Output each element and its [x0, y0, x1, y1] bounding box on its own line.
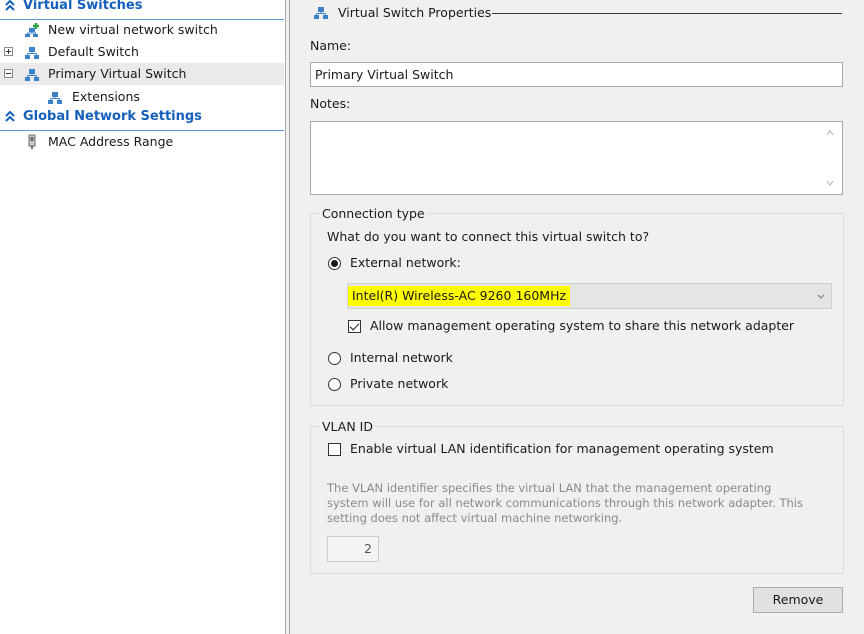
share-adapter-label[interactable]: Allow management operating system to sha…: [370, 318, 794, 333]
enable-vlan-checkbox[interactable]: [328, 443, 341, 456]
vlan-id-field[interactable]: 2: [327, 536, 379, 562]
expand-plus-icon[interactable]: [4, 47, 13, 56]
remove-button[interactable]: Remove: [753, 587, 843, 613]
section-divider: [492, 13, 842, 14]
new-network-switch-icon: [25, 23, 39, 37]
vlan-description-line-1: The VLAN identifier specifies the virtua…: [327, 481, 772, 495]
global-network-settings-title: Global Network Settings: [23, 109, 202, 124]
external-network-radio[interactable]: [328, 257, 341, 270]
tree-item-label: New virtual network switch: [48, 22, 218, 37]
tree-item-label: Extensions: [72, 89, 140, 104]
network-switch-icon: [314, 7, 328, 19]
global-network-settings-header[interactable]: Global Network Settings: [0, 109, 284, 131]
internal-network-radio[interactable]: [328, 352, 341, 365]
external-network-label[interactable]: External network:: [350, 255, 461, 270]
vlan-description-line-3: setting does not affect virtual machine …: [327, 511, 623, 525]
network-adapter-select[interactable]: Intel(R) Wireless-AC 9260 160MHz: [347, 283, 832, 309]
virtual-switches-header[interactable]: Virtual Switches: [0, 0, 284, 20]
vlan-description-line-2: system will use for all network communic…: [327, 496, 803, 510]
connection-question: What do you want to connect this virtual…: [327, 229, 650, 244]
network-switch-icon: [48, 92, 62, 104]
virtual-switches-title: Virtual Switches: [23, 0, 143, 13]
private-network-label[interactable]: Private network: [350, 376, 448, 391]
notes-field[interactable]: [310, 121, 843, 195]
double-chevron-up-icon[interactable]: [4, 110, 16, 124]
double-chevron-up-icon[interactable]: [4, 0, 16, 13]
vlan-id-title: VLAN ID: [320, 419, 375, 434]
tree-item-new-switch[interactable]: New virtual network switch: [0, 19, 284, 41]
notes-label: Notes:: [310, 96, 351, 111]
network-switch-icon: [25, 69, 39, 81]
tree-item-label: Primary Virtual Switch: [48, 66, 187, 81]
network-adapter-icon: [28, 134, 36, 149]
tree-item-default-switch[interactable]: Default Switch: [0, 41, 284, 63]
chevron-down-icon[interactable]: [816, 293, 826, 301]
collapse-minus-icon[interactable]: [4, 69, 13, 78]
internal-network-label[interactable]: Internal network: [350, 350, 453, 365]
navigation-tree: Virtual Switches New virtual network swi…: [0, 0, 286, 634]
tree-item-label: MAC Address Range: [48, 134, 174, 149]
scroll-up-icon[interactable]: [825, 129, 835, 137]
section-title: Virtual Switch Properties: [338, 5, 492, 20]
tree-item-label: Default Switch: [48, 44, 139, 59]
network-adapter-select-value: Intel(R) Wireless-AC 9260 160MHz: [348, 286, 571, 306]
properties-pane: Virtual Switch Properties Name: Primary …: [290, 0, 864, 634]
tree-item-extensions[interactable]: Extensions: [0, 86, 284, 108]
name-field[interactable]: Primary Virtual Switch: [310, 62, 843, 87]
name-label: Name:: [310, 38, 352, 53]
connection-type-title: Connection type: [320, 206, 427, 221]
share-adapter-checkbox[interactable]: [348, 320, 361, 333]
network-switch-icon: [25, 47, 39, 59]
name-field-value: Primary Virtual Switch: [315, 67, 454, 82]
enable-vlan-label[interactable]: Enable virtual LAN identification for ma…: [350, 441, 774, 456]
scroll-down-icon[interactable]: [825, 179, 835, 187]
vlan-id-value: 2: [364, 541, 372, 556]
private-network-radio[interactable]: [328, 378, 341, 391]
tree-item-primary-switch[interactable]: Primary Virtual Switch: [0, 63, 284, 85]
tree-item-mac-address-range[interactable]: MAC Address Range: [0, 131, 284, 153]
